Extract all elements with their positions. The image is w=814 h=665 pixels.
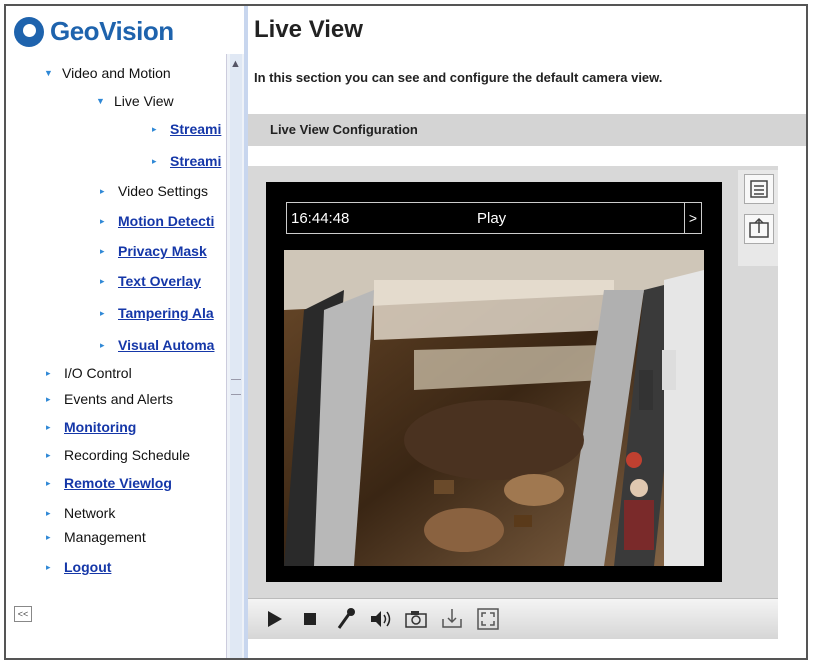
- playback-state: Play: [477, 210, 507, 227]
- nav-item-streaming-1[interactable]: ▸ Streami: [152, 118, 221, 140]
- section-title: Live View Configuration: [270, 122, 418, 137]
- live-viewer: 16:44:48 Play >: [248, 166, 778, 639]
- logo: GeoVision: [14, 16, 174, 47]
- stop-button[interactable]: [296, 605, 324, 633]
- collapsed-arrow-icon: ▸: [46, 532, 51, 542]
- collapsed-arrow-icon: ▸: [152, 156, 157, 166]
- nav-item-remote-viewlog[interactable]: ▸ Remote Viewlog: [46, 472, 172, 494]
- app-frame: GeoVision ▼ Video and Motion ▼ Live View…: [4, 4, 808, 660]
- nav-item-visual-automation[interactable]: ▸ Visual Automa: [100, 334, 214, 356]
- play-button[interactable]: [260, 605, 288, 633]
- fullscreen-button[interactable]: [474, 605, 502, 633]
- side-toolbar: [738, 170, 778, 266]
- next-button[interactable]: >: [684, 203, 701, 233]
- nav-item-io-control[interactable]: ▸ I/O Control: [46, 362, 132, 384]
- nav-item-text-overlay[interactable]: ▸ Text Overlay: [100, 270, 201, 292]
- nav-item-privacy-mask[interactable]: ▸ Privacy Mask: [100, 240, 207, 262]
- snapshot-button[interactable]: [402, 605, 430, 633]
- section-header: Live View Configuration: [248, 114, 806, 146]
- scrollbar-thumb[interactable]: [230, 54, 242, 658]
- collapsed-arrow-icon: ▸: [46, 450, 51, 460]
- camera-feed-image: [284, 250, 704, 566]
- sidebar-scrollbar[interactable]: ▲: [226, 54, 245, 658]
- logo-icon: [14, 16, 44, 47]
- collapsed-arrow-icon: ▸: [100, 340, 105, 350]
- collapsed-arrow-icon: ▸: [46, 422, 51, 432]
- collapsed-arrow-icon: ▸: [46, 368, 51, 378]
- video-panel: 16:44:48 Play >: [266, 182, 722, 582]
- expanded-arrow-icon: ▼: [44, 68, 53, 78]
- camera-feed[interactable]: [284, 250, 704, 566]
- nav-item-live-view[interactable]: ▼ Live View: [96, 90, 174, 112]
- collapse-sidebar-button[interactable]: <<: [14, 606, 32, 622]
- nav-item-network[interactable]: ▸ Network: [46, 502, 115, 524]
- export-button[interactable]: [744, 214, 774, 244]
- nav-tree: ▼ Video and Motion ▼ Live View ▸ Streami…: [6, 60, 226, 620]
- nav-item-tampering-alarm[interactable]: ▸ Tampering Ala: [100, 302, 214, 324]
- settings-panel-button[interactable]: [744, 174, 774, 204]
- speaker-icon: [371, 611, 391, 627]
- timestamp: 16:44:48: [291, 210, 350, 227]
- nav-item-management[interactable]: ▸ Management: [46, 526, 146, 548]
- nav-item-streaming-2[interactable]: ▸ Streami: [152, 150, 221, 172]
- collapsed-arrow-icon: ▸: [46, 478, 51, 488]
- settings-panel-icon: [750, 180, 768, 198]
- brand-name: GeoVision: [50, 16, 174, 46]
- collapsed-arrow-icon: ▸: [46, 394, 51, 404]
- fullscreen-icon: [477, 608, 499, 630]
- nav-item-events-and-alerts[interactable]: ▸ Events and Alerts: [46, 388, 173, 410]
- stop-icon: [304, 613, 316, 625]
- scroll-up-icon[interactable]: ▲: [230, 58, 241, 70]
- collapsed-arrow-icon: ▸: [100, 186, 105, 196]
- nav-item-video-settings[interactable]: ▸ Video Settings: [100, 180, 208, 202]
- page-description: In this section you can see and configur…: [254, 70, 663, 85]
- expanded-arrow-icon: ▼: [96, 96, 105, 106]
- collapsed-arrow-icon: ▸: [152, 124, 157, 134]
- save-button[interactable]: [438, 605, 466, 633]
- nav-item-video-and-motion[interactable]: ▼ Video and Motion: [44, 62, 171, 84]
- nav-item-recording-schedule[interactable]: ▸ Recording Schedule: [46, 444, 190, 466]
- nav-item-monitoring[interactable]: ▸ Monitoring: [46, 416, 136, 438]
- sidebar: GeoVision ▼ Video and Motion ▼ Live View…: [6, 6, 245, 658]
- snapshot-icon: [405, 611, 427, 628]
- collapsed-arrow-icon: ▸: [100, 216, 105, 226]
- main-content: Live View In this section you can see an…: [248, 6, 806, 658]
- nav-item-motion-detection[interactable]: ▸ Motion Detecti: [100, 210, 214, 232]
- nav-item-logout[interactable]: ▸ Logout: [46, 556, 111, 578]
- export-icon: [749, 217, 769, 238]
- playback-toolbar: [248, 598, 778, 639]
- speaker-button[interactable]: [366, 605, 394, 633]
- collapsed-arrow-icon: ▸: [46, 508, 51, 518]
- microphone-button[interactable]: [332, 605, 360, 633]
- collapsed-arrow-icon: ▸: [100, 276, 105, 286]
- play-icon: [268, 611, 282, 627]
- collapsed-arrow-icon: ▸: [100, 246, 105, 256]
- collapsed-arrow-icon: ▸: [46, 562, 51, 572]
- page-title: Live View: [254, 16, 363, 43]
- collapsed-arrow-icon: ▸: [100, 308, 105, 318]
- scrollbar-grip-icon: [231, 379, 241, 395]
- playback-status-bar: 16:44:48 Play >: [286, 202, 702, 234]
- save-icon: [442, 609, 462, 628]
- microphone-icon: [337, 608, 355, 629]
